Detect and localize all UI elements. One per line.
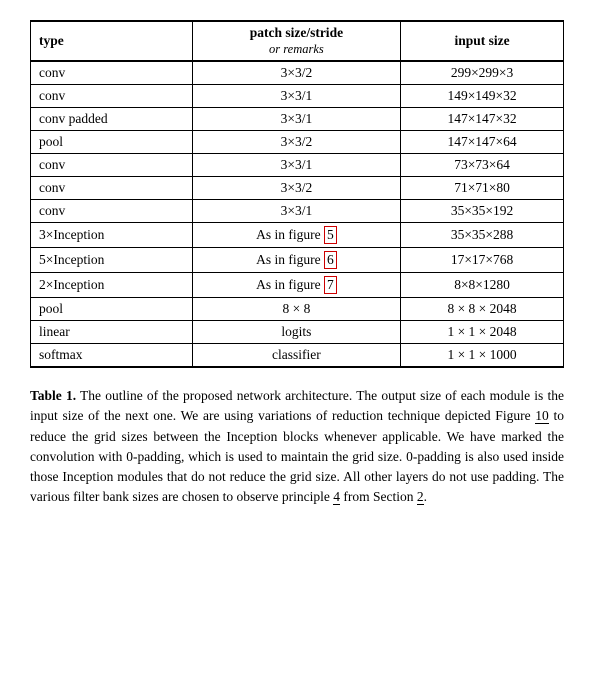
table-row: 5×InceptionAs in figure 617×17×768: [31, 248, 564, 273]
caption-label: Table 1.: [30, 388, 76, 403]
cell-patch: 3×3/1: [192, 200, 400, 223]
cell-patch: 3×3/2: [192, 61, 400, 85]
cell-input: 35×35×192: [401, 200, 564, 223]
cell-type: conv: [31, 61, 193, 85]
architecture-table: type patch size/stride or remarks input …: [30, 20, 564, 368]
table-row: linearlogits1 × 1 × 2048: [31, 321, 564, 344]
caption-text4: .: [424, 489, 427, 504]
cell-input: 35×35×288: [401, 223, 564, 248]
cell-type: 5×Inception: [31, 248, 193, 273]
cell-patch: logits: [192, 321, 400, 344]
cell-type: conv: [31, 154, 193, 177]
table-caption: Table 1. The outline of the proposed net…: [30, 386, 564, 508]
caption-text3: from Section: [340, 489, 417, 504]
col-header-type: type: [31, 21, 193, 61]
cell-patch: 3×3/1: [192, 108, 400, 131]
table-row: 3×InceptionAs in figure 535×35×288: [31, 223, 564, 248]
cell-type: conv: [31, 200, 193, 223]
cell-input: 8×8×1280: [401, 273, 564, 298]
cell-type: conv padded: [31, 108, 193, 131]
caption-link3[interactable]: 2: [417, 489, 424, 505]
cell-type: 2×Inception: [31, 273, 193, 298]
cell-input: 8 × 8 × 2048: [401, 298, 564, 321]
table-row: conv3×3/135×35×192: [31, 200, 564, 223]
table-row: softmaxclassifier1 × 1 × 1000: [31, 344, 564, 368]
table-row: conv3×3/271×71×80: [31, 177, 564, 200]
table-row: pool8 × 88 × 8 × 2048: [31, 298, 564, 321]
caption-text1: The outline of the proposed network arch…: [30, 388, 564, 423]
cell-patch: As in figure 5: [192, 223, 400, 248]
col-header-input: input size: [401, 21, 564, 61]
cell-patch: classifier: [192, 344, 400, 368]
cell-input: 73×73×64: [401, 154, 564, 177]
caption-link1[interactable]: 10: [535, 408, 549, 424]
cell-type: pool: [31, 298, 193, 321]
cell-input: 147×147×32: [401, 108, 564, 131]
table-row: pool3×3/2147×147×64: [31, 131, 564, 154]
table-row: conv3×3/2299×299×3: [31, 61, 564, 85]
cell-input: 1 × 1 × 1000: [401, 344, 564, 368]
cell-patch: 8 × 8: [192, 298, 400, 321]
cell-type: 3×Inception: [31, 223, 193, 248]
cell-type: softmax: [31, 344, 193, 368]
cell-input: 149×149×32: [401, 85, 564, 108]
cell-type: conv: [31, 177, 193, 200]
cell-patch: As in figure 7: [192, 273, 400, 298]
cell-type: pool: [31, 131, 193, 154]
col-header-patch: patch size/stride or remarks: [192, 21, 400, 61]
table-row: conv padded3×3/1147×147×32: [31, 108, 564, 131]
table-row: conv3×3/173×73×64: [31, 154, 564, 177]
cell-input: 299×299×3: [401, 61, 564, 85]
cell-patch: As in figure 6: [192, 248, 400, 273]
cell-input: 1 × 1 × 2048: [401, 321, 564, 344]
table-row: conv3×3/1149×149×32: [31, 85, 564, 108]
figure-ref[interactable]: 5: [324, 226, 337, 244]
cell-patch: 3×3/2: [192, 131, 400, 154]
figure-ref[interactable]: 6: [324, 251, 337, 269]
cell-patch: 3×3/1: [192, 154, 400, 177]
cell-input: 71×71×80: [401, 177, 564, 200]
cell-patch: 3×3/1: [192, 85, 400, 108]
cell-type: conv: [31, 85, 193, 108]
cell-type: linear: [31, 321, 193, 344]
figure-ref[interactable]: 7: [324, 276, 337, 294]
cell-patch: 3×3/2: [192, 177, 400, 200]
table-row: 2×InceptionAs in figure 78×8×1280: [31, 273, 564, 298]
cell-input: 147×147×64: [401, 131, 564, 154]
cell-input: 17×17×768: [401, 248, 564, 273]
